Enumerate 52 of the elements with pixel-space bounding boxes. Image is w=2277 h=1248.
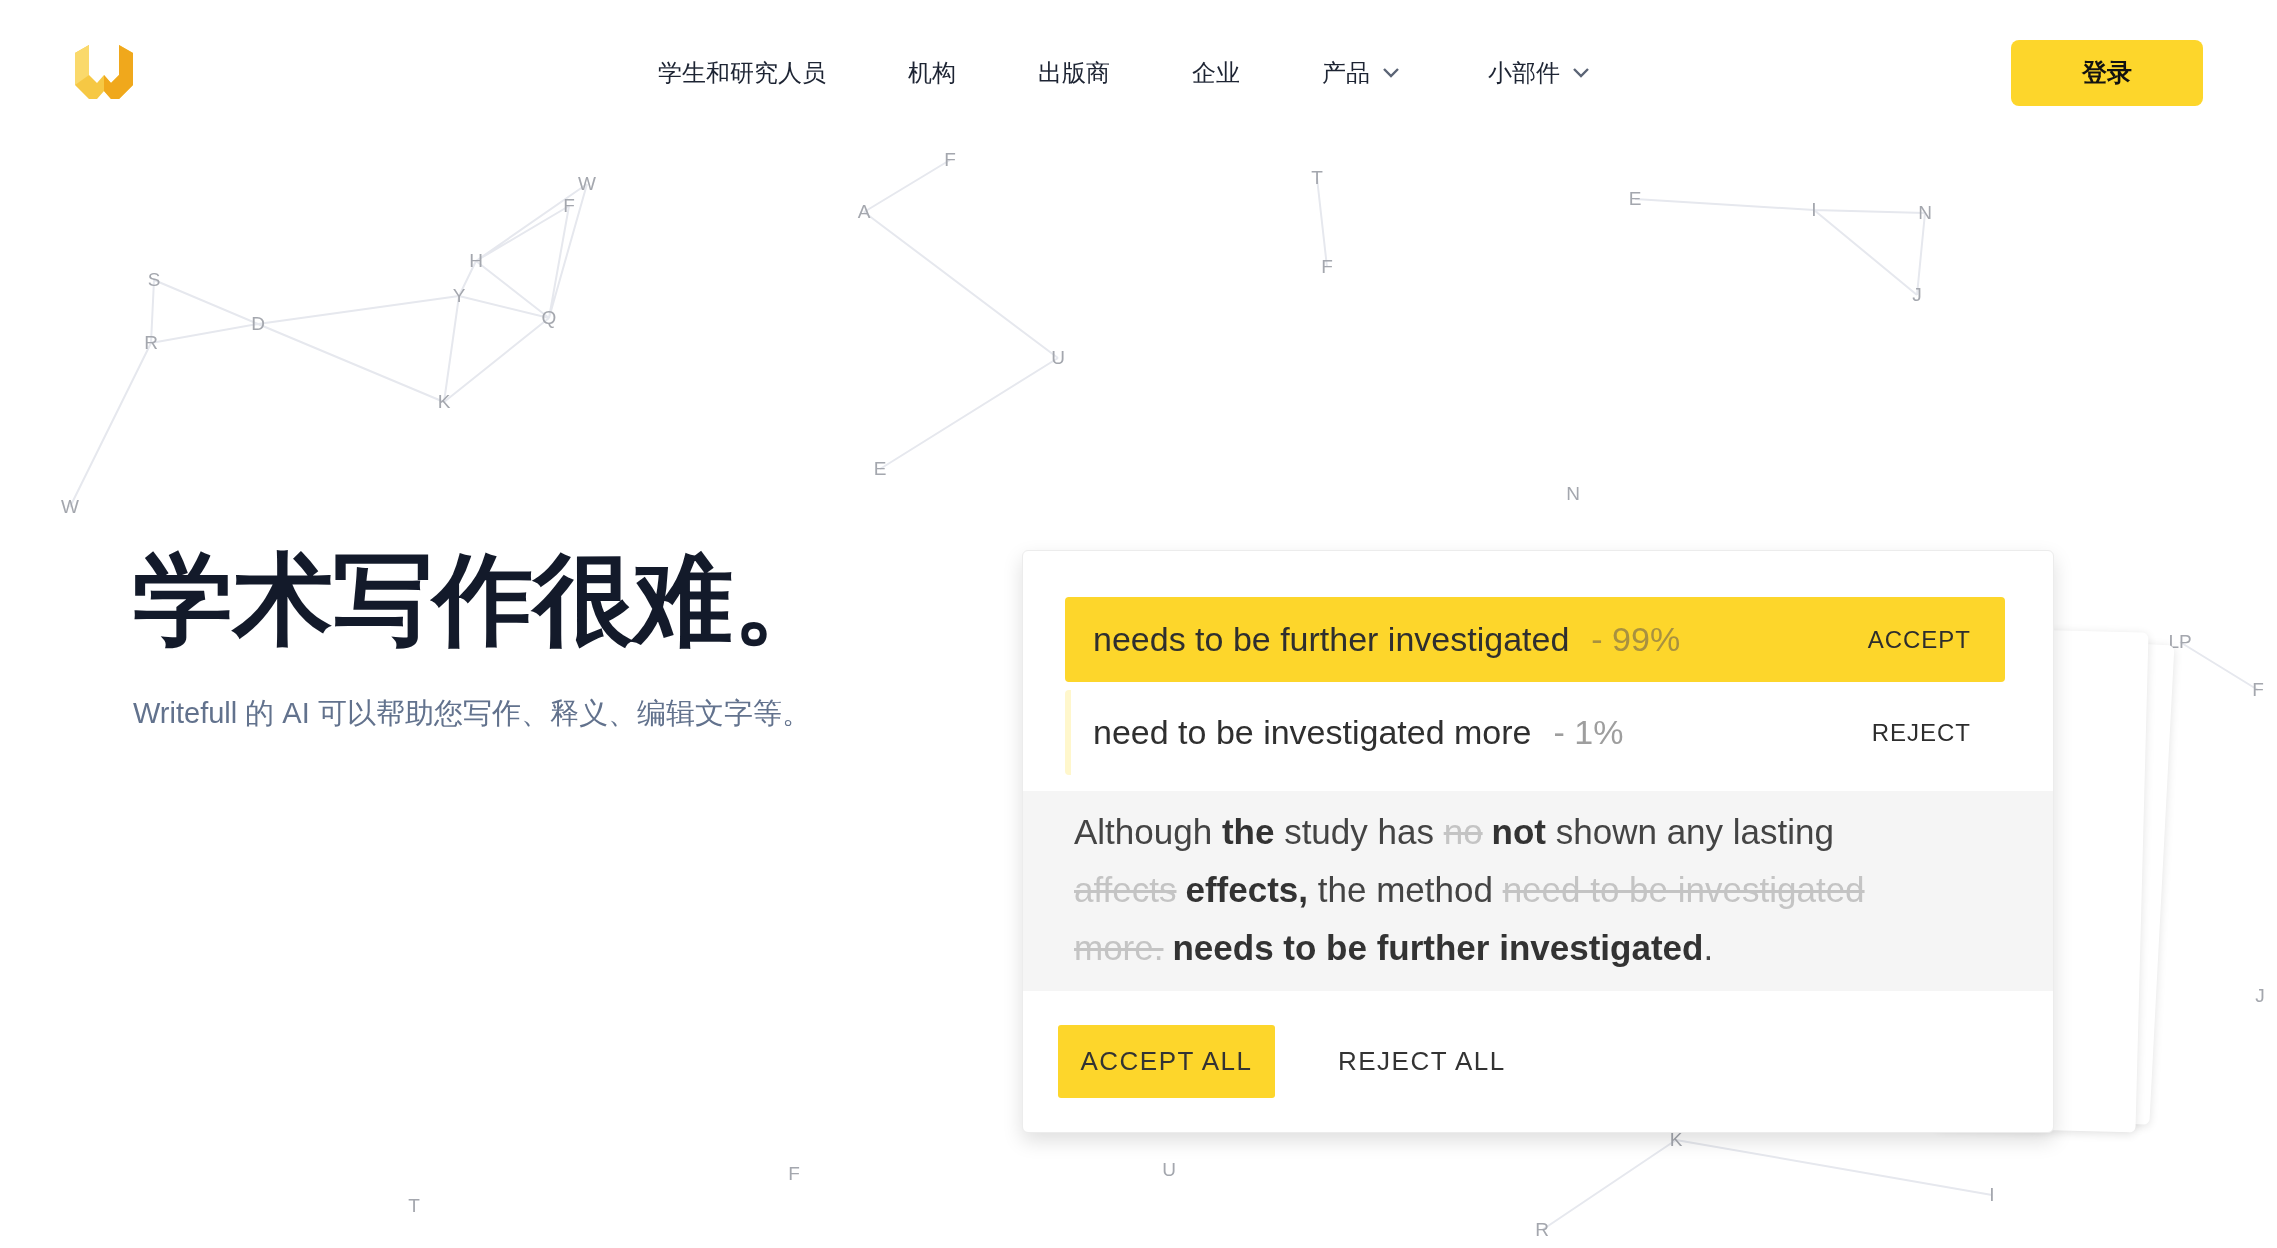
node-letter: J <box>1912 284 1922 305</box>
logo-icon[interactable] <box>75 44 133 99</box>
nav-link[interactable]: 出版商 <box>1038 56 1110 89</box>
suggestion-action-button[interactable]: REJECT <box>1865 717 1977 748</box>
login-button[interactable]: 登录 <box>2011 39 2203 106</box>
node-letter: F <box>563 195 575 216</box>
node-letter: A <box>857 201 871 222</box>
suggestion-score: - 1% <box>1553 713 1624 752</box>
node-letter: W <box>61 496 79 517</box>
nav-link[interactable]: 学生和研究人员 <box>658 56 826 89</box>
node-letter: H <box>469 250 483 271</box>
node-letter: E <box>1628 188 1642 209</box>
suggestion-action-button[interactable]: ACCEPT <box>1861 624 1977 655</box>
node-letter: S <box>147 269 161 290</box>
node-letter: U <box>1051 347 1065 368</box>
node-letter: K <box>437 391 451 412</box>
hero-title: 学术写作很难。 <box>133 540 834 660</box>
suggestion-row[interactable]: needs to be further investigated - 99% ACCEPT <box>1065 597 2005 682</box>
node-letter: I <box>1989 1184 1995 1205</box>
node-letter: Q <box>541 307 557 328</box>
nav-link[interactable]: 机构 <box>908 56 956 89</box>
node-letter: D <box>251 313 265 334</box>
chevron-down-icon <box>1572 67 1590 78</box>
chevron-down-icon <box>1382 67 1400 78</box>
node-letter: T <box>1311 167 1323 188</box>
node-letter: I <box>1811 199 1817 220</box>
node-letter: R <box>1535 1219 1549 1240</box>
node-letter: Y <box>452 285 466 306</box>
reject-all-button[interactable]: REJECT ALL <box>1332 1045 1512 1078</box>
suggestion-text: needs to be further investigated <box>1093 620 1570 659</box>
nav-link[interactable]: 产品 <box>1322 56 1400 89</box>
nav-link[interactable]: 小部件 <box>1488 56 1590 89</box>
node-letter: F <box>944 149 956 170</box>
node-letter: J <box>2255 985 2265 1006</box>
node-letter: K <box>1669 1129 1683 1150</box>
node-letter: T <box>408 1195 420 1216</box>
node-letter: F <box>2252 679 2264 700</box>
node-letter: F <box>1321 256 1333 277</box>
nav-link[interactable]: 企业 <box>1192 56 1240 89</box>
node-letter: E <box>873 458 887 479</box>
accept-all-button[interactable]: ACCEPT ALL <box>1058 1025 1275 1098</box>
suggestion-text: need to be investigated more <box>1093 713 1532 752</box>
hero-subtitle: Writefull 的 AI 可以帮助您写作、释义、编辑文字等。 <box>133 696 812 731</box>
node-letter: U <box>1162 1159 1176 1180</box>
suggestion-row[interactable]: need to be investigated more - 1% REJECT <box>1065 690 2005 775</box>
suggestion-score: - 99% <box>1591 620 1681 659</box>
node-letter: W <box>578 173 596 194</box>
node-letter: N <box>1566 483 1580 504</box>
node-letter: R <box>144 332 158 353</box>
node-letter: LP <box>2168 631 2192 652</box>
node-letter: N <box>1918 202 1932 223</box>
node-letter: F <box>788 1163 800 1184</box>
